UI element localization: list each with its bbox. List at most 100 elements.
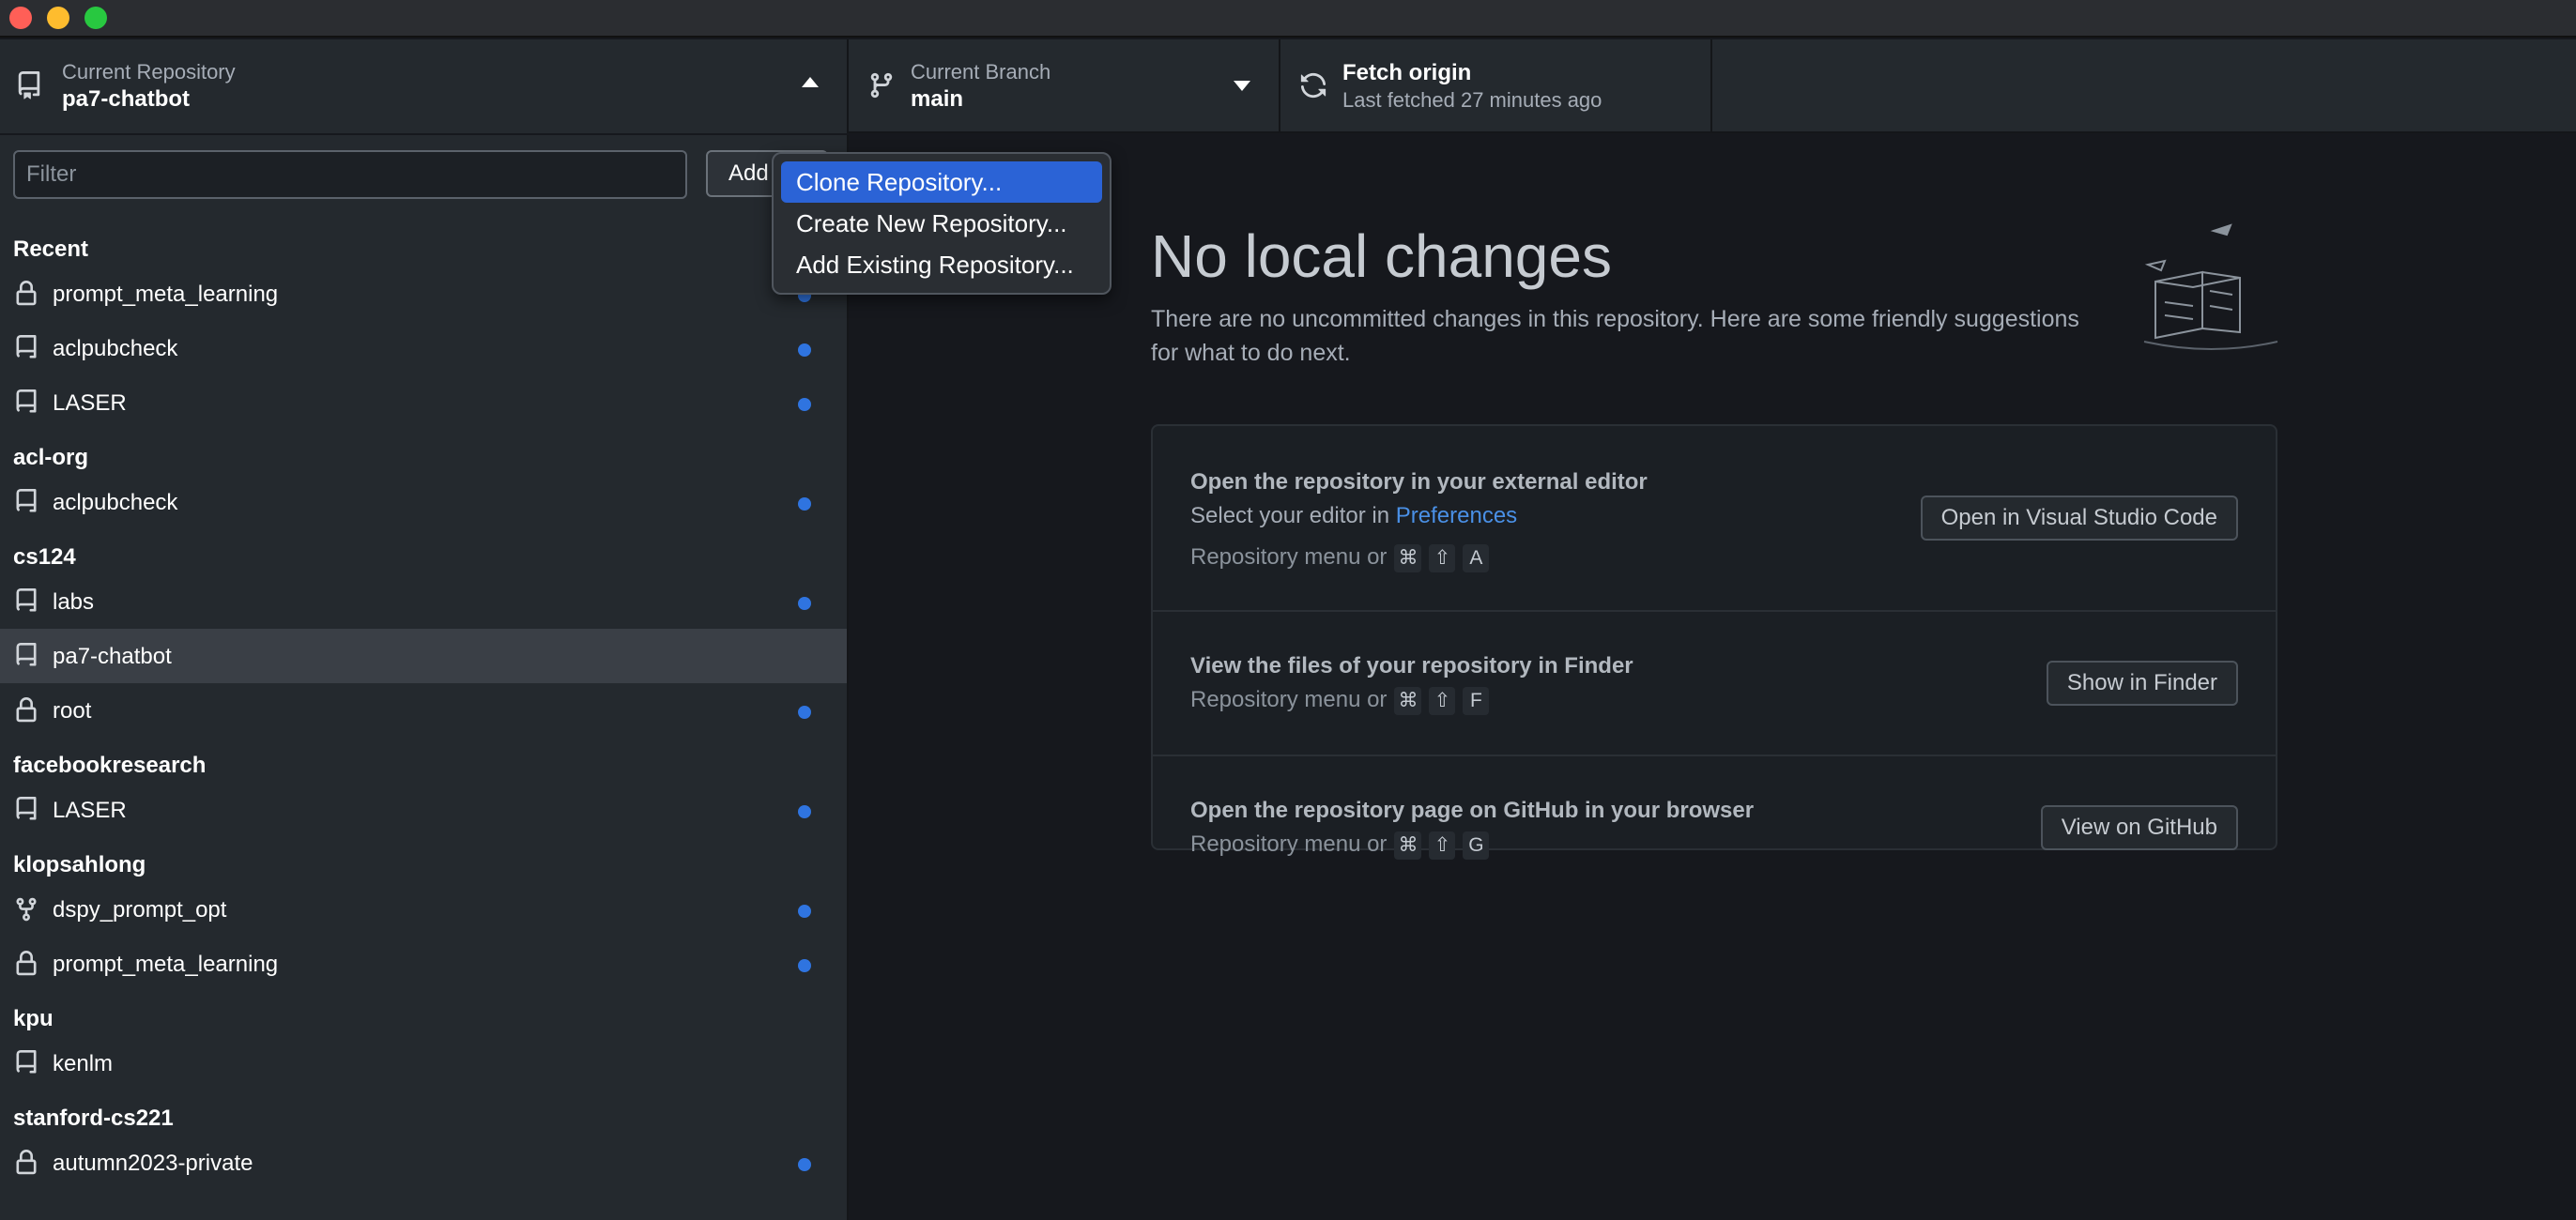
- zoom-window-button[interactable]: [84, 7, 107, 29]
- repository-list-item[interactable]: labs: [0, 574, 847, 629]
- lock-icon: [16, 1150, 37, 1175]
- unread-dot-icon: [798, 597, 811, 610]
- unread-dot-icon: [798, 706, 811, 719]
- shift-key-icon: ⇧: [1429, 831, 1456, 860]
- unread-dot-icon: [798, 497, 811, 511]
- suggestion-shortcut: Repository menu or ⌘ ⇧ F: [1190, 687, 1490, 715]
- last-fetched-text: Last fetched 27 minutes ago: [1342, 88, 1602, 112]
- suggestion-title: Open the repository in your external edi…: [1190, 469, 1648, 495]
- repository-group-header: kpu: [13, 1006, 54, 1031]
- menu-item-create-new-repository[interactable]: Create New Repository...: [781, 203, 1102, 244]
- caret-up-icon: [802, 77, 819, 87]
- repository-group-header: cs124: [13, 544, 76, 570]
- repository-list-item[interactable]: LASER: [0, 375, 847, 430]
- lock-icon: [16, 951, 37, 976]
- unread-dot-icon: [798, 343, 811, 357]
- repository-name: LASER: [53, 390, 127, 416]
- minimize-window-button[interactable]: [47, 7, 69, 29]
- current-branch-button[interactable]: Current Branch main: [849, 39, 1280, 133]
- suggestion-subtitle-text: Select your editor in: [1190, 503, 1396, 528]
- fork-icon: [16, 897, 37, 922]
- current-repository-name: pa7-chatbot: [62, 86, 191, 112]
- repository-group-header: facebookresearch: [13, 753, 207, 778]
- repository-group-header: Recent: [13, 236, 89, 262]
- unread-dot-icon: [798, 805, 811, 818]
- repository-list-item[interactable]: pa7-chatbot: [0, 629, 847, 683]
- command-key-icon: ⌘: [1394, 544, 1422, 572]
- unread-dot-icon: [798, 959, 811, 972]
- preferences-link[interactable]: Preferences: [1396, 503, 1517, 528]
- sync-icon: [1300, 72, 1326, 99]
- repository-list-item[interactable]: dspy_prompt_opt: [0, 882, 847, 937]
- fetch-origin-title: Fetch origin: [1342, 60, 1472, 85]
- current-repository-label: Current Repository: [62, 60, 236, 84]
- page-title: No local changes: [1151, 222, 1612, 290]
- menu-item-add-existing-repository[interactable]: Add Existing Repository...: [781, 244, 1102, 285]
- repository-group-header: acl-org: [13, 445, 89, 470]
- current-repository-button[interactable]: Current Repository pa7-chatbot: [0, 39, 849, 133]
- repository-list-item[interactable]: root: [0, 683, 847, 738]
- close-window-button[interactable]: [9, 7, 32, 29]
- repo-icon: [16, 489, 37, 512]
- main-content: No local changes There are no uncommitte…: [851, 135, 2576, 1220]
- repo-icon: [18, 71, 40, 99]
- unread-dot-icon: [798, 1158, 811, 1171]
- repository-list-item[interactable]: prompt_meta_learning: [0, 937, 847, 991]
- page-description: There are no uncommitted changes in this…: [1151, 306, 2079, 366]
- view-on-github-button[interactable]: View on GitHub: [2040, 805, 2238, 850]
- suggestion-show-in-finder: View the files of your repository in Fin…: [1153, 612, 2276, 756]
- lock-icon: [16, 697, 37, 723]
- current-branch-label: Current Branch: [911, 60, 1051, 84]
- show-in-finder-button[interactable]: Show in Finder: [2046, 661, 2238, 706]
- shortcut-label: Repository menu or: [1190, 831, 1388, 857]
- repository-name: labs: [53, 589, 95, 615]
- fetch-origin-button[interactable]: Fetch origin Last fetched 27 minutes ago: [1280, 39, 1712, 133]
- repo-icon: [16, 335, 37, 358]
- repository-list-item[interactable]: LASER: [0, 783, 847, 837]
- suggestion-shortcut: Repository menu or ⌘ ⇧ G: [1190, 831, 1490, 860]
- branch-icon: [870, 72, 893, 99]
- repository-list-item[interactable]: prompt_meta_learning: [0, 267, 847, 321]
- repository-name: autumn2023-private: [53, 1151, 253, 1176]
- current-branch-name: main: [911, 86, 964, 112]
- letter-key: A: [1463, 544, 1490, 572]
- repo-icon: [16, 1050, 37, 1074]
- repository-name: LASER: [53, 798, 127, 823]
- repo-icon: [16, 797, 37, 820]
- empty-boxes-illustration-icon: [2143, 223, 2278, 350]
- repository-list-item[interactable]: aclpubcheck: [0, 321, 847, 375]
- repository-name: prompt_meta_learning: [53, 952, 279, 977]
- repository-name: kenlm: [53, 1051, 114, 1076]
- open-in-editor-button[interactable]: Open in Visual Studio Code: [1920, 496, 2238, 541]
- command-key-icon: ⌘: [1394, 831, 1422, 860]
- suggestion-external-editor: Open the repository in your external edi…: [1153, 426, 2276, 612]
- letter-key: F: [1463, 687, 1490, 715]
- filter-input[interactable]: [13, 150, 687, 199]
- lock-icon: [16, 281, 37, 306]
- menu-item-clone-repository[interactable]: Clone Repository...: [781, 161, 1102, 203]
- unread-dot-icon: [798, 398, 811, 411]
- add-repository-menu: Clone Repository... Create New Repositor…: [772, 152, 1112, 295]
- repository-name: aclpubcheck: [53, 336, 178, 361]
- suggestions-card: Open the repository in your external edi…: [1151, 424, 2277, 860]
- repository-list-item[interactable]: autumn2023-private: [0, 1136, 847, 1190]
- suggestion-subtitle: Select your editor in Preferences: [1190, 503, 1517, 529]
- repository-group-header: stanford-cs221: [13, 1106, 174, 1131]
- suggestion-view-on-github: Open the repository page on GitHub in yo…: [1153, 756, 2276, 860]
- shortcut-label: Repository menu or: [1190, 687, 1388, 712]
- repository-list-item[interactable]: kenlm: [0, 1036, 847, 1090]
- repository-group-header: klopsahlong: [13, 852, 146, 877]
- repository-list-item[interactable]: aclpubcheck: [0, 475, 847, 529]
- repo-icon: [16, 643, 37, 666]
- repository-name: aclpubcheck: [53, 490, 178, 515]
- suggestion-title: Open the repository page on GitHub in yo…: [1190, 798, 1755, 823]
- window-title-bar: [0, 0, 2576, 38]
- toolbar: Current Repository pa7-chatbot Current B…: [0, 39, 2576, 133]
- caret-down-icon: [1234, 81, 1250, 91]
- shortcut-label: Repository menu or: [1190, 544, 1388, 570]
- unread-dot-icon: [798, 905, 811, 918]
- repository-name: dspy_prompt_opt: [53, 897, 227, 923]
- repository-name: prompt_meta_learning: [53, 282, 279, 307]
- repository-list-panel: Add Recentprompt_meta_learningaclpubchec…: [0, 135, 849, 1220]
- suggestion-shortcut: Repository menu or ⌘ ⇧ A: [1190, 544, 1490, 572]
